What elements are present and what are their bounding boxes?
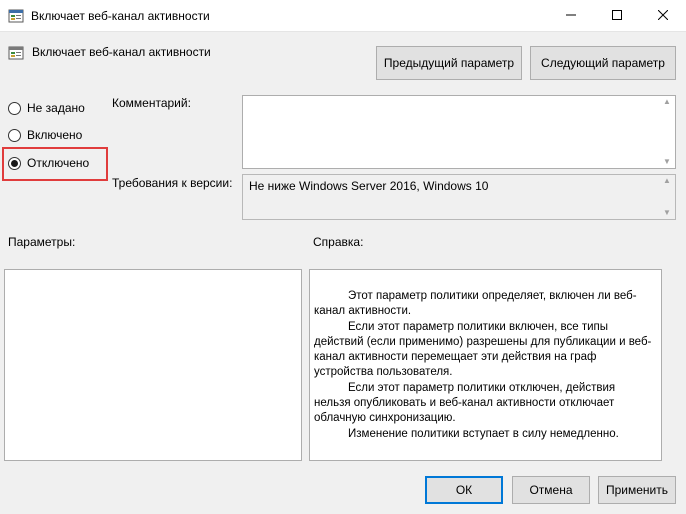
radio-label: Не задано [27, 101, 85, 115]
radio-enabled[interactable]: Включено [8, 127, 82, 143]
window-title: Включает веб-канал активности [31, 9, 210, 23]
params-panel [4, 269, 302, 461]
next-setting-button[interactable]: Следующий параметр [530, 46, 676, 80]
previous-setting-button[interactable]: Предыдущий параметр [376, 46, 522, 80]
radio-button[interactable] [8, 101, 21, 115]
highlight-annotation [2, 147, 108, 181]
radio-button[interactable] [8, 128, 21, 142]
help-panel: Этот параметр политики определяет, включ… [309, 269, 662, 461]
policy-setting-icon [8, 45, 24, 61]
scroll-up-icon[interactable]: ▲ [663, 177, 671, 185]
scroll-down-icon[interactable]: ▼ [663, 209, 671, 217]
radio-not-configured[interactable]: Не задано [8, 100, 85, 116]
maximize-icon [612, 9, 622, 23]
help-text: Этот параметр политики определяет, включ… [314, 289, 654, 442]
minimize-icon [566, 9, 576, 23]
radio-label: Включено [27, 128, 83, 142]
minimize-button[interactable] [548, 0, 594, 32]
comment-field[interactable]: ▲ ▼ [242, 95, 676, 169]
help-paragraph: Если этот параметр политики отключен, де… [314, 381, 616, 425]
requirements-field: Не ниже Windows Server 2016, Windows 10 … [242, 174, 676, 220]
apply-button[interactable]: Применить [598, 476, 676, 504]
policy-name: Включает веб-канал активности [32, 45, 211, 59]
comment-scrollbar[interactable]: ▲ ▼ [661, 98, 673, 166]
help-label: Справка: [313, 235, 364, 249]
help-paragraph: Если этот параметр политики включен, все… [314, 320, 652, 379]
requirements-scrollbar[interactable]: ▲ ▼ [661, 177, 673, 217]
maximize-button[interactable] [594, 0, 640, 32]
comment-label: Комментарий: [112, 96, 191, 110]
scroll-up-icon[interactable]: ▲ [663, 98, 671, 106]
close-icon [657, 9, 669, 23]
help-paragraph: Этот параметр политики определяет, включ… [314, 290, 637, 318]
requirements-value: Не ниже Windows Server 2016, Windows 10 [249, 179, 489, 193]
cancel-button[interactable]: Отмена [512, 476, 590, 504]
scroll-down-icon[interactable]: ▼ [663, 158, 671, 166]
help-paragraph: Изменение политики вступает в силу немед… [348, 427, 619, 440]
params-label: Параметры: [8, 235, 76, 249]
close-button[interactable] [640, 0, 686, 32]
policy-icon [8, 8, 24, 24]
title-bar: Включает веб-канал активности [0, 0, 686, 32]
requirements-label: Требования к версии: [112, 176, 233, 190]
ok-button[interactable]: ОК [425, 476, 503, 504]
